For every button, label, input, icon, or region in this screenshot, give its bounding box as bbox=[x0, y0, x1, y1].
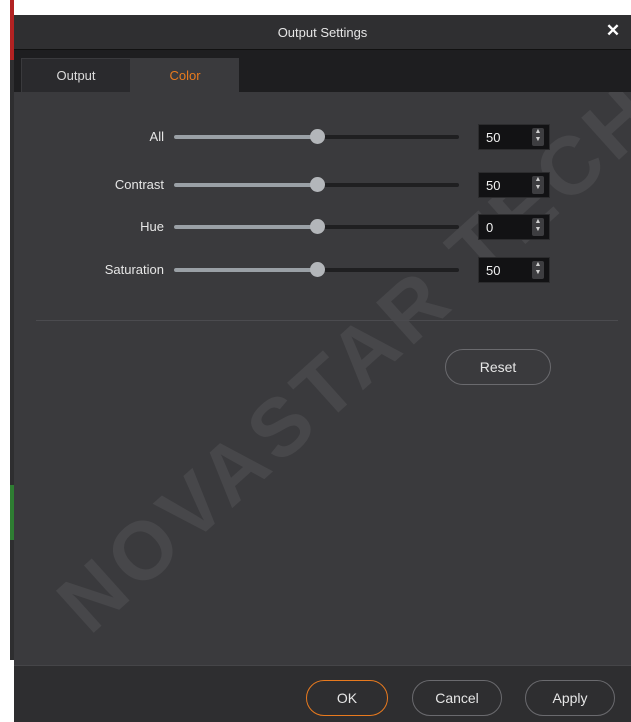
up-down-arrows-icon[interactable]: ▲ ▼ bbox=[532, 128, 544, 146]
spinbox-value-contrast: 50 bbox=[486, 178, 501, 193]
spinbox-hue[interactable]: 0 ▲ ▼ bbox=[478, 214, 550, 240]
tab-color[interactable]: Color bbox=[131, 58, 239, 92]
up-down-arrows-icon[interactable]: ▲ ▼ bbox=[532, 176, 544, 194]
slider-handle-hue[interactable] bbox=[309, 219, 325, 234]
section-divider bbox=[36, 320, 618, 321]
slider-fill-saturation bbox=[174, 268, 317, 272]
slider-label-saturation: Saturation bbox=[104, 262, 164, 277]
apply-button[interactable]: Apply bbox=[525, 680, 615, 716]
up-down-arrows-icon[interactable]: ▲ ▼ bbox=[532, 218, 544, 236]
dialog-titlebar: Output Settings ✕ bbox=[14, 15, 631, 49]
slider-track-contrast[interactable] bbox=[174, 177, 459, 192]
slider-label-contrast: Contrast bbox=[114, 177, 164, 192]
tab-output[interactable]: Output bbox=[21, 58, 131, 92]
slider-label-all: All bbox=[149, 129, 164, 144]
close-icon[interactable]: ✕ bbox=[603, 21, 623, 41]
spinbox-value-saturation: 50 bbox=[486, 263, 501, 278]
slider-row-all: All 50 ▲ ▼ bbox=[14, 124, 631, 150]
ok-button[interactable]: OK bbox=[306, 680, 388, 716]
slider-fill-all bbox=[174, 135, 317, 139]
slider-handle-contrast[interactable] bbox=[309, 177, 325, 192]
slider-fill-contrast bbox=[174, 183, 317, 187]
slider-handle-saturation[interactable] bbox=[309, 262, 325, 277]
slider-row-hue: Hue 0 ▲ ▼ bbox=[14, 214, 631, 240]
slider-track-saturation[interactable] bbox=[174, 262, 459, 277]
background-window-strip bbox=[0, 0, 14, 722]
up-down-arrows-icon[interactable]: ▲ ▼ bbox=[532, 261, 544, 279]
cancel-button[interactable]: Cancel bbox=[412, 680, 502, 716]
slider-track-all[interactable] bbox=[174, 129, 459, 144]
slider-row-contrast: Contrast 50 ▲ ▼ bbox=[14, 172, 631, 198]
spinbox-all[interactable]: 50 ▲ ▼ bbox=[478, 124, 550, 150]
slider-track-hue[interactable] bbox=[174, 219, 459, 234]
slider-row-saturation: Saturation 50 ▲ ▼ bbox=[14, 257, 631, 283]
dialog-footer: OK Cancel Apply bbox=[14, 665, 631, 722]
output-settings-dialog: NOVASTAR TECH Output Settings ✕ Output C… bbox=[14, 15, 631, 722]
slider-fill-hue bbox=[174, 225, 317, 229]
spinbox-contrast[interactable]: 50 ▲ ▼ bbox=[478, 172, 550, 198]
slider-label-hue: Hue bbox=[140, 219, 164, 234]
reset-button[interactable]: Reset bbox=[445, 349, 551, 385]
tab-bar: Output Color bbox=[14, 49, 631, 92]
spinbox-value-hue: 0 bbox=[486, 220, 494, 235]
slider-handle-all[interactable] bbox=[309, 129, 325, 144]
spinbox-value-all: 50 bbox=[486, 130, 501, 145]
dialog-title: Output Settings bbox=[277, 24, 368, 40]
spinbox-saturation[interactable]: 50 ▲ ▼ bbox=[478, 257, 550, 283]
